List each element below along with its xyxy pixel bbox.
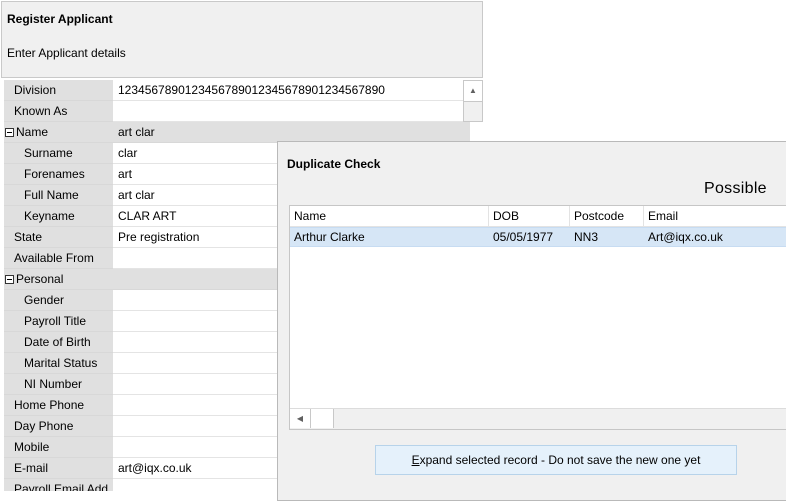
collapse-box-icon[interactable]	[5, 128, 14, 137]
field-label: E-mail	[4, 458, 113, 479]
scroll-up-arrow-icon[interactable]: ▲	[464, 81, 482, 102]
field-label: Payroll Title	[4, 311, 113, 332]
dialog-title: Duplicate Check	[287, 157, 381, 171]
register-header: Register Applicant Enter Applicant detai…	[1, 1, 483, 78]
field-label: Day Phone	[4, 416, 113, 437]
field-label: State	[4, 227, 113, 248]
field-label: Keyname	[4, 206, 113, 227]
field-label: Date of Birth	[4, 332, 113, 353]
field-label: Mobile	[4, 437, 113, 458]
field-label: Payroll Email Add	[4, 479, 113, 491]
dialog-heading: Possible	[704, 180, 767, 197]
category-row-name[interactable]: Name art clar	[4, 122, 470, 143]
expand-selected-record-button[interactable]: Expand selected record - Do not save the…	[375, 445, 737, 475]
button-label: xpand selected record - Do not save the …	[419, 453, 701, 467]
category-label: Name	[4, 122, 113, 143]
collapse-box-icon[interactable]	[5, 275, 14, 284]
table-row[interactable]: Arthur Clarke 05/05/1977 NN3 Art@iqx.co.…	[290, 227, 786, 247]
field-label: Division	[4, 80, 113, 101]
cell-email: Art@iqx.co.uk	[648, 230, 723, 244]
field-label: Available From	[4, 248, 113, 269]
page-subtitle: Enter Applicant details	[7, 46, 126, 60]
table-horizontal-scrollbar[interactable]: ◀	[290, 408, 786, 429]
field-label: Gender	[4, 290, 113, 311]
column-header-postcode[interactable]: Postcode	[570, 206, 644, 226]
grid-vertical-scrollbar[interactable]: ▲	[463, 80, 483, 122]
field-label: Marital Status	[4, 353, 113, 374]
page-title: Register Applicant	[7, 12, 113, 26]
table-header: Name DOB Postcode Email	[290, 206, 786, 227]
field-label: Forenames	[4, 164, 113, 185]
cell-dob: 05/05/1977	[493, 230, 554, 244]
scroll-left-arrow-icon[interactable]: ◀	[290, 409, 311, 428]
category-label-text: Personal	[16, 272, 64, 286]
cell-name: Arthur Clarke	[294, 230, 365, 244]
duplicate-check-dialog: Duplicate Check Possible Name DOB Postco…	[277, 141, 786, 501]
cell-postcode: NN3	[574, 230, 599, 244]
duplicates-table: Name DOB Postcode Email Arthur Clarke 05…	[289, 205, 786, 430]
button-mnemonic: E	[411, 453, 420, 467]
field-value-name[interactable]: art clar	[113, 122, 470, 143]
field-label: Known As	[4, 101, 113, 122]
field-row-division[interactable]: Division 1234567890123456789012345678901…	[4, 80, 470, 101]
column-header-email[interactable]: Email	[644, 206, 786, 226]
field-label: NI Number	[4, 374, 113, 395]
category-label-text: Name	[16, 125, 49, 139]
field-label: Home Phone	[4, 395, 113, 416]
column-header-name[interactable]: Name	[290, 206, 489, 226]
column-header-dob[interactable]: DOB	[489, 206, 570, 226]
scrollbar-thumb[interactable]	[311, 409, 334, 428]
field-value-known-as[interactable]	[113, 101, 470, 122]
field-value-division[interactable]: 1234567890123456789012345678901234567890	[113, 80, 470, 101]
field-label: Surname	[4, 143, 113, 164]
category-label: Personal	[4, 269, 113, 290]
field-label: Full Name	[4, 185, 113, 206]
field-row-known-as[interactable]: Known As	[4, 101, 470, 122]
